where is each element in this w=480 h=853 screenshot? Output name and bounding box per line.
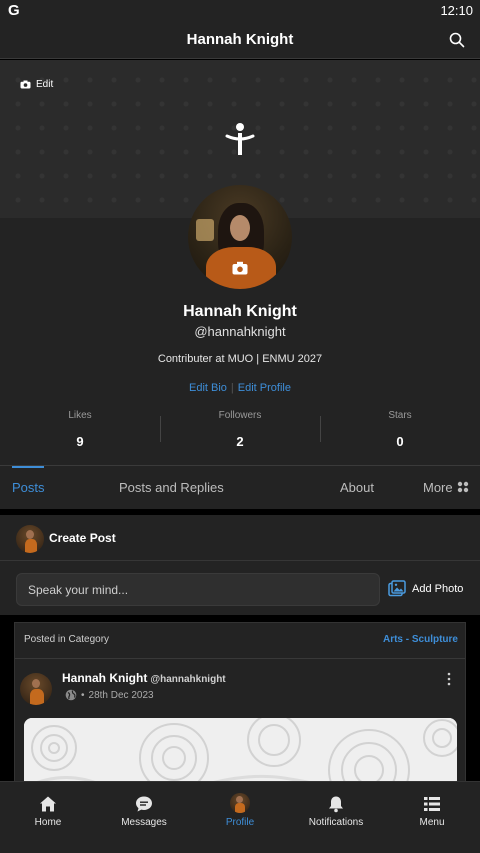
status-time: 12:10 [440,2,473,18]
page-title: Hannah Knight [186,30,294,48]
nav-profile[interactable]: Profile [192,782,288,853]
profile-tabs: Posts Posts and Replies About More [0,465,480,509]
nav-notifications[interactable]: Notifications [288,782,384,853]
avatar [16,525,44,553]
create-post-title: Create Post [49,531,116,545]
bell-icon [329,796,343,813]
nav-label: Notifications [308,817,364,828]
profile-links: Edit Bio | Edit Profile [0,382,480,394]
profile-handle: @hannahknight [194,324,286,339]
stat-label: Followers [218,410,262,421]
nav-label: Profile [225,817,255,828]
profile-bio: Contributer at MUO | ENMU 2027 [157,353,323,365]
profile-avatar[interactable] [188,185,292,289]
create-post-header[interactable]: Create Post [0,515,480,561]
composer-placeholder: Speak your mind... [28,582,129,597]
placeholder-logo-icon [225,123,255,155]
post-date: 28th Dec 2023 [88,689,154,701]
nav-menu[interactable]: Menu [384,782,480,853]
dot-separator: • [81,689,85,701]
camera-icon[interactable] [232,261,248,275]
tab-posts[interactable]: Posts [12,480,45,495]
nav-messages[interactable]: Messages [96,782,192,853]
post-meta: • 28th Dec 2023 [65,689,154,701]
profile-name: Hannah Knight [183,303,297,320]
home-icon [40,796,56,812]
camera-icon [20,80,31,89]
nav-label: Messages [121,817,167,828]
more-vertical-icon[interactable] [447,672,451,686]
grid-dots-icon [457,481,468,493]
add-photo-label: Add Photo [412,582,464,595]
edit-cover-button[interactable]: Edit [20,79,53,90]
messages-icon [136,796,152,812]
bottom-navigation: Home Messages Profile Notifications Menu [0,781,480,853]
stat-value: 0 [396,434,404,449]
post-card[interactable]: Posted in Category Arts - Sculpture Hann… [14,622,466,787]
photo-icon [388,580,406,597]
post-composer-input[interactable]: Speak your mind... [16,573,380,606]
author-handle: @hannahknight [150,674,226,685]
post-image[interactable] [24,718,457,786]
google-app-icon: G [8,1,20,19]
app-bar: Hannah Knight [0,20,480,59]
stat-value: 2 [236,434,244,449]
stat-label: Stars [388,410,412,421]
stat-stars[interactable]: Stars 0 [320,410,480,449]
nav-home[interactable]: Home [0,782,96,853]
menu-list-icon [424,797,440,811]
stat-likes[interactable]: Likes 9 [0,410,160,449]
tab-about[interactable]: About [340,480,374,495]
nav-label: Home [34,817,62,828]
status-bar: G 12:10 [0,0,480,20]
active-tab-indicator [12,466,44,468]
link-separator: | [230,382,234,394]
tab-posts-and-replies[interactable]: Posts and Replies [119,480,224,495]
sculpture-roses-image [24,718,457,786]
stat-value: 9 [76,434,84,449]
category-link[interactable]: Arts - Sculpture [383,634,458,645]
author-name: Hannah Knight [62,671,148,685]
category-label: Posted in Category [24,634,110,645]
avatar[interactable] [20,673,52,705]
stat-followers[interactable]: Followers 2 [160,410,320,449]
post-category-bar: Posted in Category Arts - Sculpture [15,623,465,659]
tab-more-label: More [423,480,453,495]
edit-profile-link[interactable]: Edit Profile [238,382,291,394]
tab-more[interactable]: More [423,480,469,495]
edit-cover-label: Edit [36,79,54,90]
edit-bio-link[interactable]: Edit Bio [189,382,227,394]
post-author[interactable]: Hannah Knight @hannahknight [62,671,226,685]
avatar-icon [230,793,250,813]
create-post-card: Create Post Speak your mind... Add Photo [0,515,480,615]
add-photo-button[interactable]: Add Photo [388,580,463,597]
search-icon[interactable] [448,31,466,49]
stat-label: Likes [68,410,92,421]
nav-label: Menu [419,817,445,828]
globe-icon [65,689,77,701]
